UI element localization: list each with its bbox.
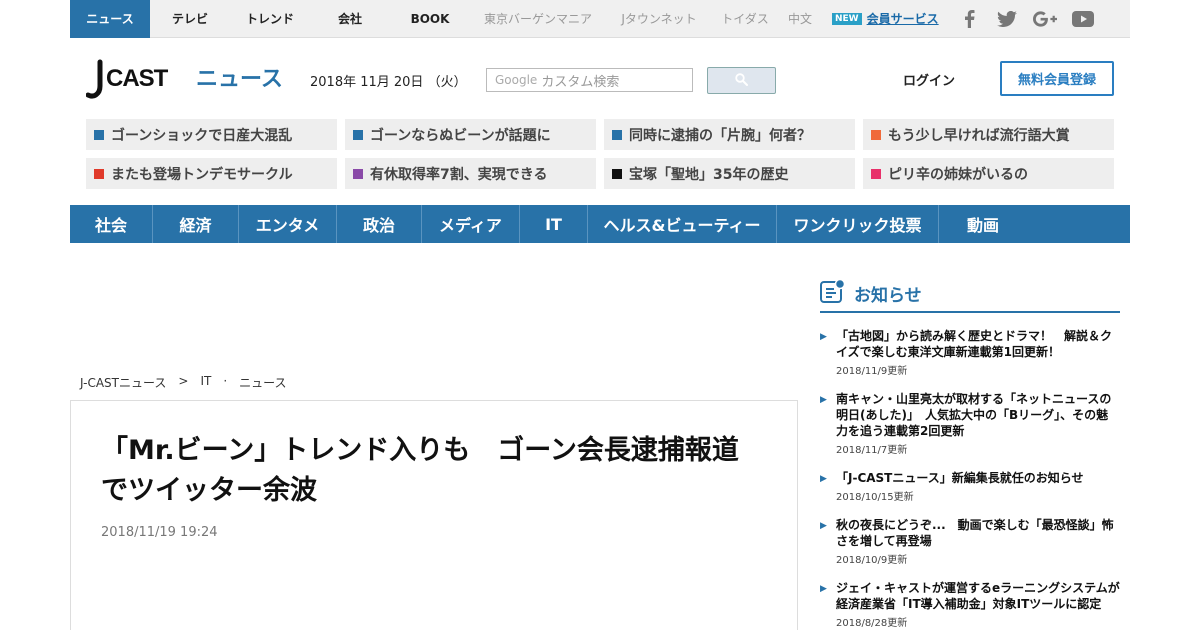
triangle-right-icon: ▶ [820,521,827,531]
notice-item-title: 南キャン・山里亮太が取材する「ネットニュースの明日(あした)」 人気拡大中の「B… [836,392,1112,438]
category-entertainment[interactable]: エンタメ [239,205,337,243]
topic-marker [612,168,622,179]
member-service-label: 会員サービス [866,12,939,26]
list-item[interactable]: ▶ 南キャン・山里亮太が取材する「ネットニュースの明日(あした)」 人気拡大中の… [820,391,1120,456]
login-link[interactable]: ログイン [903,70,955,89]
search-placeholder: カスタム検索 [541,74,620,90]
category-media[interactable]: メディア [422,205,520,243]
top-navigation-bar: ニュース テレビ トレンド 会社 BOOK 東京バーゲンマニア Jタウンネット … [70,0,1130,38]
topic-label: ゴーンショックで日産大混乱 [111,127,293,144]
notice-header: お知らせ [820,276,1120,313]
notice-item-date: 2018/10/9更新 [836,555,908,566]
breadcrumb-separator: > [178,374,189,388]
topic-marker [612,129,622,140]
list-item[interactable]: ▶ 「J-CASTニュース」新編集長就任のお知らせ 2018/10/15更新 [820,470,1120,503]
site-logo[interactable]: CAST ニュース [85,58,286,102]
topic-marker [871,129,881,140]
topic-item[interactable]: ゴーンショックで日産大混乱 [86,119,337,150]
breadcrumb-news[interactable]: ニュース [239,374,286,391]
category-politics[interactable]: 政治 [337,205,422,243]
topnav-item-trend[interactable]: トレンド [230,0,310,38]
category-navigation: 社会 経済 エンタメ 政治 メディア IT ヘルス&ビューティー ワンクリック投… [70,205,1130,243]
topic-item[interactable]: もう少し早ければ流行語大賞 [863,119,1114,150]
notice-item-date: 2018/11/7更新 [836,445,908,456]
article-date: 2018/11/19 19:24 [101,525,218,540]
topnav-item-news[interactable]: ニュース [70,0,150,38]
twitter-icon[interactable] [988,0,1026,38]
topic-item[interactable]: 宝塚「聖地」35年の歴史 [604,158,855,189]
google-brand-label: Google [495,73,538,87]
search-icon [735,71,748,90]
notice-list: ▶ 「古地図」から読み解く歴史とドラマ！ 解説＆クイズで楽しむ東洋文庫新連載第1… [820,328,1120,630]
topic-item[interactable]: またも登場トンデモサークル [86,158,337,189]
category-video[interactable]: 動画 [939,205,1027,243]
notice-item-date: 2018/11/9更新 [836,366,908,377]
svg-text:CAST: CAST [106,65,169,92]
triangle-right-icon: ▶ [820,584,827,594]
topic-label: 同時に逮捕の「片腕」何者？ [629,127,811,144]
article-card: 「Mr.ビーン」トレンド入りも ゴーン会長逮捕報道でツイッター余波 2018/1… [70,400,798,630]
hot-topics: ゴーンショックで日産大混乱 ゴーンならぬビーンが話題に 同時に逮捕の「片腕」何者… [86,119,1114,189]
breadcrumb-separator: · [223,374,228,388]
register-button[interactable]: 無料会員登録 [1000,61,1114,96]
new-badge: NEW [832,12,862,25]
topic-item[interactable]: 有休取得率7割、実現できる [345,158,596,189]
list-item[interactable]: ▶ 秋の夜長にどうぞ... 動画で楽しむ「最恐怪談」怖さを増して再登場 2018/… [820,517,1120,566]
topic-marker [871,168,881,179]
topic-marker [353,168,363,179]
search-button[interactable] [707,67,776,94]
svg-text:ニュース: ニュース [196,67,283,92]
social-links [950,0,1102,38]
member-service-link[interactable]: NEW 会員サービス [832,10,950,27]
topic-item[interactable]: 同時に逮捕の「片腕」何者？ [604,119,855,150]
topnav-item-tv[interactable]: テレビ [150,0,230,38]
topic-label: もう少し早ければ流行語大賞 [888,127,1070,144]
facebook-icon[interactable] [950,0,988,38]
breadcrumb-it[interactable]: IT [200,374,211,391]
topic-marker [94,129,104,140]
notice-icon [820,278,846,309]
article-headline: 「Mr.ビーン」トレンド入りも ゴーン会長逮捕報道でツイッター余波 [101,435,739,506]
notice-item-date: 2018/10/15更新 [836,492,914,503]
list-item[interactable]: ▶ ジェイ・キャストが運営するeラーニングシステムが経済産業省「IT導入補助金」… [820,580,1120,629]
category-one-click-vote[interactable]: ワンクリック投票 [777,205,939,243]
triangle-right-icon: ▶ [820,395,827,405]
notice-item-title: 「古地図」から読み解く歴史とドラマ！ 解説＆クイズで楽しむ東洋文庫新連載第1回更… [836,329,1113,359]
topnav-item-toidasu[interactable]: トイダス [712,0,778,38]
list-item[interactable]: ▶ 「古地図」から読み解く歴史とドラマ！ 解説＆クイズで楽しむ東洋文庫新連載第1… [820,328,1120,377]
topnav-item-chinese[interactable]: 中文 [778,0,822,38]
topnav-item-jtown[interactable]: Jタウンネット [606,0,712,38]
breadcrumb: J-CASTニュース > IT · ニュース [80,374,287,391]
current-date: 2018年 11月 20日 （火） [310,75,467,90]
top-navigation: ニュース テレビ トレンド 会社 BOOK 東京バーゲンマニア Jタウンネット … [0,0,1200,38]
topic-label: ゴーンならぬビーンが話題に [370,127,551,144]
topic-marker [94,168,104,179]
breadcrumb-home[interactable]: J-CASTニュース [80,374,166,391]
topic-item[interactable]: ゴーンならぬビーンが話題に [345,119,596,150]
google-plus-icon[interactable] [1026,0,1064,38]
notice-item-title: 「J-CASTニュース」新編集長就任のお知らせ [836,471,1084,485]
category-it[interactable]: IT [520,205,588,243]
search-input[interactable]: Google カスタム検索 [486,68,693,92]
notice-title: お知らせ [854,286,922,306]
topic-label: ピリ辛の姉妹がいるの [888,166,1028,183]
notice-item-title: 秋の夜長にどうぞ... 動画で楽しむ「最恐怪談」怖さを増して再登場 [836,518,1114,548]
notice-item-title: ジェイ・キャストが運営するeラーニングシステムが経済産業省「IT導入補助金」対象… [836,581,1120,611]
topnav-item-book[interactable]: BOOK [390,0,470,38]
topic-label: またも登場トンデモサークル [111,166,293,183]
topnav-item-company[interactable]: 会社 [310,0,390,38]
triangle-right-icon: ▶ [820,474,827,484]
topic-item[interactable]: ピリ辛の姉妹がいるの [863,158,1114,189]
topic-label: 宝塚「聖地」35年の歴史 [629,166,789,183]
topnav-item-bargain-mania[interactable]: 東京バーゲンマニア [470,0,606,38]
topic-label: 有休取得率7割、実現できる [370,166,548,183]
youtube-icon[interactable] [1064,0,1102,38]
category-health-beauty[interactable]: ヘルス&ビューティー [588,205,777,243]
triangle-right-icon: ▶ [820,332,827,342]
topic-marker [353,129,363,140]
category-economy[interactable]: 経済 [153,205,239,243]
category-society[interactable]: 社会 [70,205,153,243]
notice-item-date: 2018/8/28更新 [836,618,908,629]
